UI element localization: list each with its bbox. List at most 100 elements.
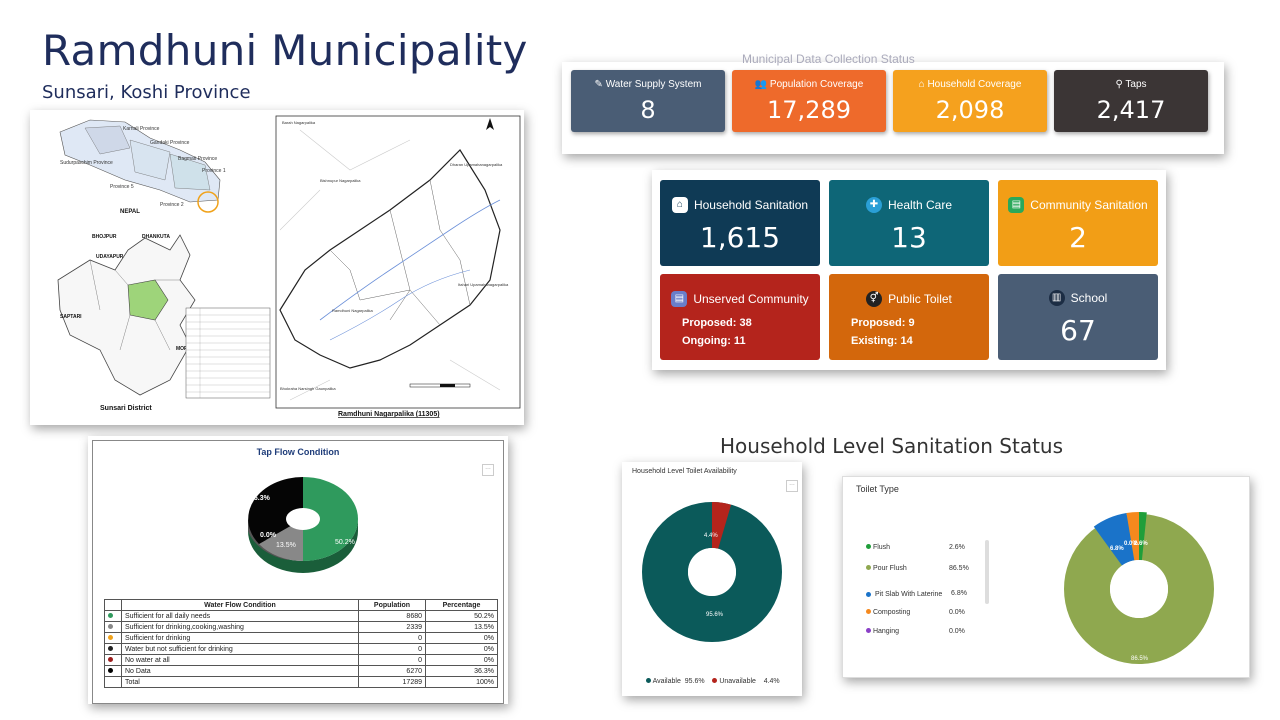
tap-flow-title: Tap Flow Condition bbox=[256, 447, 340, 457]
slice-label: 95.6% bbox=[706, 612, 724, 618]
legend-scrollbar[interactable] bbox=[985, 540, 989, 604]
legend-label: Pit Slab With Laterine bbox=[875, 590, 943, 598]
unserved-community-card[interactable]: ▤ Unserved Community Proposed: 38 Ongoing… bbox=[660, 274, 820, 360]
province-label: Bagmati Province bbox=[178, 156, 217, 162]
legend-item: Pit Slab With Laterine 6.8% bbox=[866, 581, 969, 607]
legend-value: 4.4% bbox=[763, 678, 780, 685]
population-cell: 6270 bbox=[358, 665, 426, 677]
legend-dot bbox=[108, 645, 113, 651]
legend-dot bbox=[108, 667, 113, 673]
community-sanitation-card[interactable]: ▤ Community Sanitation 2 bbox=[998, 180, 1158, 266]
place-label: Bhokraha Narsingh Gaunpalika bbox=[280, 386, 336, 391]
school-icon: ▥ bbox=[1048, 290, 1065, 306]
page-subtitle: Sunsari, Koshi Province bbox=[42, 82, 251, 103]
legend-item: Pour Flush 86.5% bbox=[866, 563, 969, 581]
document-icon: ▤ bbox=[671, 291, 688, 307]
legend-label: Unavailable bbox=[719, 678, 756, 685]
availability-title: Household Level Toilet Availability bbox=[632, 468, 737, 475]
location-map: Karnali Province Gandaki Province Bagmat… bbox=[30, 110, 524, 425]
table-row: No Data 6270 36.3% bbox=[104, 665, 498, 677]
column-header: Water Flow Condition bbox=[121, 599, 359, 611]
province-label: Province 1 bbox=[202, 168, 226, 174]
condition-cell: No water at all bbox=[121, 654, 359, 666]
health-care-card[interactable]: ✚ Health Care 13 bbox=[829, 180, 989, 266]
pie-label: 36.3% bbox=[250, 495, 271, 502]
population-cell: 0 bbox=[358, 643, 426, 655]
card-value: 1,615 bbox=[699, 221, 781, 254]
kpi-summary-panel: Municipal Data Collection Status ✎ Water… bbox=[562, 52, 1224, 154]
legend-item: Composting 0.0% bbox=[866, 607, 969, 626]
population-coverage-card[interactable]: 👥 Population Coverage 17,289 bbox=[732, 70, 886, 132]
stethoscope-icon: ✚ bbox=[865, 197, 882, 213]
condition-cell: Total bbox=[121, 676, 359, 688]
availability-legend: Available 95.6% Unavailable 4.4% bbox=[646, 678, 780, 685]
more-options-icon[interactable]: … bbox=[482, 464, 494, 476]
legend-dot bbox=[712, 678, 718, 683]
tap-flow-pie: 36.3% 50.2% 13.5% 0.0% bbox=[248, 477, 358, 573]
restroom-icon: ⚥ bbox=[866, 291, 883, 307]
tap-icon: ⚲ bbox=[1115, 79, 1126, 90]
slice-label: 2.6% bbox=[1134, 541, 1148, 547]
legend-item: Hanging 0.0% bbox=[866, 626, 969, 644]
map-svg: Karnali Province Gandaki Province Bagmat… bbox=[57, 115, 521, 418]
legend-label: Flush bbox=[872, 544, 891, 551]
nepal-label: NEPAL bbox=[120, 209, 140, 215]
sanitation-heading: Household Level Sanitation Status bbox=[720, 434, 1064, 458]
card-label: Population Coverage bbox=[769, 79, 864, 90]
slice-label: 6.8% bbox=[1110, 546, 1124, 552]
taps-card[interactable]: ⚲ Taps 2,417 bbox=[1054, 70, 1208, 132]
province-label: Gandaki Province bbox=[150, 140, 190, 146]
neighbor-label: SAPTARI bbox=[60, 314, 82, 320]
legend-label: Composting bbox=[872, 609, 911, 616]
slice-label: 4.4% bbox=[704, 533, 718, 539]
household-sanitation-card[interactable]: ⌂ Household Sanitation 1,615 bbox=[660, 180, 820, 266]
legend-dot bbox=[866, 609, 871, 614]
more-options-icon[interactable]: … bbox=[786, 480, 798, 492]
legend-dot bbox=[108, 634, 113, 640]
population-cell: 8680 bbox=[358, 610, 426, 622]
condition-cell: Sufficient for drinking,cooking,washing bbox=[121, 621, 359, 633]
legend-label: Hanging bbox=[872, 628, 900, 635]
panel-title-cut: Municipal Data Collection Status bbox=[742, 52, 915, 66]
card-value: 2 bbox=[1069, 221, 1087, 254]
legend-dot bbox=[646, 678, 651, 683]
toilet-type-donut: 86.5% 6.8% 0.0% 2.6% bbox=[1064, 512, 1214, 664]
sanitation-kpi-panel: ⌂ Household Sanitation 1,615 ✚ Health Care… bbox=[652, 170, 1166, 370]
house-icon: ⌂ bbox=[671, 197, 688, 213]
page-title: Ramdhuni Municipality bbox=[42, 26, 528, 75]
card-value: 8 bbox=[640, 96, 656, 124]
legend-dot bbox=[108, 623, 113, 629]
water-supply-card[interactable]: ✎ Water Supply System 8 bbox=[571, 70, 725, 132]
legend-item: Flush 2.6% bbox=[866, 542, 969, 563]
clipboard-icon: ▤ bbox=[1008, 197, 1025, 213]
column-header: Population bbox=[358, 599, 426, 611]
neighbor-label: BHOJPUR bbox=[92, 234, 117, 240]
card-value: 2,098 bbox=[935, 96, 1005, 124]
card-label: Public Toilet bbox=[888, 292, 952, 306]
table-row: Water but not sufficient for drinking 0 0% bbox=[104, 643, 498, 655]
public-toilet-card[interactable]: ⚥ Public Toilet Proposed: 9 Existing: 14 bbox=[829, 274, 989, 360]
percentage-cell: 50.2% bbox=[425, 610, 498, 622]
water-flow-table: Water Flow Condition Population Percenta… bbox=[104, 599, 498, 688]
neighbor-label: DHANKUTA bbox=[142, 234, 170, 240]
place-label: Barah Nagarpalika bbox=[282, 120, 316, 125]
district-label: Sunsari District bbox=[100, 405, 152, 412]
legend-dot bbox=[866, 628, 871, 633]
province-label: Karnali Province bbox=[123, 126, 160, 132]
card-label: Community Sanitation bbox=[1030, 198, 1148, 212]
condition-cell: Sufficient for all daily needs bbox=[121, 610, 359, 622]
table-row: Sufficient for all daily needs 8680 50.2% bbox=[104, 610, 498, 622]
neighbor-label: UDAYAPUR bbox=[96, 254, 124, 260]
map-caption: Ramdhuni Nagarpalika (11305) bbox=[338, 411, 440, 418]
place-label: Dharan Upamahanagarpalika bbox=[450, 162, 503, 167]
percentage-cell: 36.3% bbox=[425, 665, 498, 677]
ongoing-count: Ongoing: 11 bbox=[682, 335, 746, 347]
pie-label: 13.5% bbox=[276, 542, 296, 549]
card-label: Health Care bbox=[887, 198, 953, 212]
pie-label: 50.2% bbox=[335, 539, 355, 546]
school-card[interactable]: ▥ School 67 bbox=[998, 274, 1158, 360]
percentage-cell: 13.5% bbox=[425, 621, 498, 633]
household-coverage-card[interactable]: ⌂ Household Coverage 2,098 bbox=[893, 70, 1047, 132]
toilet-type-title: Toilet Type bbox=[856, 484, 899, 494]
toilet-availability-panel: Household Level Toilet Availability … 4.… bbox=[622, 462, 802, 696]
